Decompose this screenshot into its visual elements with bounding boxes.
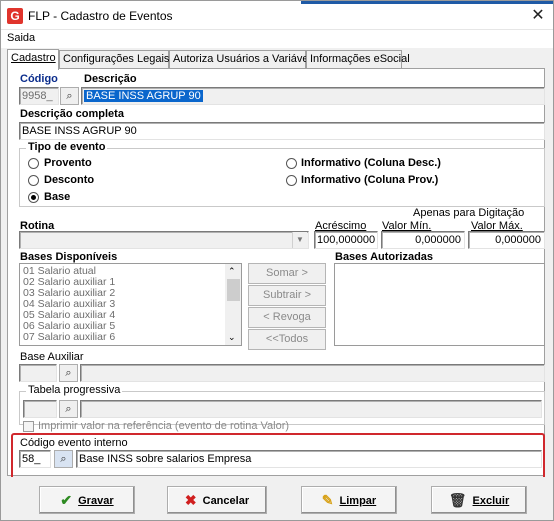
radio-informativo-desc-label: Informativo (Coluna Desc.)	[301, 157, 441, 169]
bases-scrollbar[interactable]: ⌃ ⌄	[225, 264, 241, 345]
tab-autoriza-usuarios[interactable]: Autoriza Usuários a Variáveis	[169, 50, 316, 69]
codigo-evento-interno-label: Código evento interno	[20, 437, 128, 449]
trash-icon: 🗑	[448, 492, 467, 508]
base-auxiliar-label: Base Auxiliar	[20, 351, 84, 363]
codigo-search-icon[interactable]: ⌕	[60, 87, 79, 105]
codigo-label: Código	[20, 73, 58, 85]
descricao-completa-field[interactable]: BASE INSS AGRUP 90	[19, 122, 545, 140]
bases-disponiveis-list[interactable]: 01 Salario atual 02 Salario auxiliar 1 0…	[19, 263, 242, 346]
valor-max-field[interactable]: 0,000000	[468, 231, 545, 249]
codigo-field[interactable]: 9958_	[19, 87, 59, 105]
imprimir-label: Imprimir valor na referência (evento de …	[38, 420, 290, 432]
radio-informativo-prov-label: Informativo (Coluna Prov.)	[301, 174, 439, 186]
tab-configuracoes-legais[interactable]: Configurações Legais	[59, 50, 169, 69]
menu-bar: Saida	[1, 30, 553, 48]
descricao-field[interactable]: BASE INSS AGRUP 90	[81, 87, 545, 105]
tipo-evento-title: Tipo de evento	[26, 141, 108, 153]
eraser-icon: ✎	[321, 492, 334, 508]
bases-disponiveis-label: Bases Disponíveis	[20, 251, 118, 263]
scroll-thumb[interactable]	[227, 279, 240, 301]
tabela-progressiva-desc-field[interactable]	[80, 400, 542, 418]
codigo-evento-interno-field[interactable]: 58_	[19, 450, 51, 468]
gravar-button[interactable]: ✔ Gravar	[39, 486, 135, 514]
tab-cadastro[interactable]: Cadastro	[7, 49, 59, 70]
list-item[interactable]: 07 Salario auxiliar 6	[23, 331, 115, 343]
cancel-x-icon: ✖	[184, 492, 197, 508]
tabela-progressiva-code-field[interactable]	[23, 400, 57, 418]
main-window: G FLP - Cadastro de Eventos ✕ Saida Cada…	[0, 0, 554, 521]
codigo-evento-interno-desc-field[interactable]: Base INSS sobre salarios Empresa	[76, 450, 542, 468]
base-auxiliar-search-icon[interactable]: ⌕	[59, 364, 78, 382]
cancelar-button-label: Cancelar	[202, 495, 250, 507]
radio-desconto[interactable]	[28, 175, 39, 186]
descricao-completa-label: Descrição completa	[20, 108, 124, 120]
radio-informativo-prov[interactable]	[286, 175, 297, 186]
menu-item-saida[interactable]: Saida	[7, 32, 35, 44]
valor-min-field[interactable]: 0,000000	[381, 231, 465, 249]
title-accent	[301, 1, 553, 4]
rotina-chevron-down-icon[interactable]: ▼	[292, 232, 307, 248]
excluir-button-label: Excluir	[472, 495, 510, 507]
base-auxiliar-desc-field[interactable]	[80, 364, 545, 382]
limpar-button-label: Limpar	[339, 495, 377, 507]
tab-autoriza-usuarios-label: Autoriza Usuários a Variáveis	[173, 53, 317, 65]
scroll-down-icon[interactable]: ⌄	[228, 332, 236, 343]
tab-informacoes-esocial-label: Informações eSocial	[310, 53, 410, 65]
bases-autorizadas-label: Bases Autorizadas	[335, 251, 434, 263]
acrescimo-field[interactable]: 100,000000	[314, 231, 378, 249]
radio-desconto-label: Desconto	[44, 174, 95, 186]
tipo-evento-group: Tipo de evento	[19, 141, 545, 207]
radio-base[interactable]	[28, 192, 39, 203]
imprimir-checkbox[interactable]	[23, 421, 34, 432]
radio-informativo-desc[interactable]	[286, 158, 297, 169]
subtrair-button[interactable]: Subtrair >	[248, 285, 326, 306]
tabela-progressiva-title: Tabela progressiva	[26, 384, 123, 396]
close-icon[interactable]: ✕	[528, 6, 548, 26]
radio-provento-label: Provento	[44, 157, 92, 169]
codigo-evento-interno-search-icon[interactable]: ⌕	[54, 450, 73, 468]
tab-informacoes-esocial[interactable]: Informações eSocial	[306, 50, 410, 69]
tab-configuracoes-legais-label: Configurações Legais	[63, 53, 170, 65]
limpar-button[interactable]: ✎ Limpar	[301, 486, 397, 514]
rotina-dropdown[interactable]	[19, 231, 309, 249]
bases-autorizadas-list[interactable]	[334, 263, 545, 346]
apenas-digitacao-label: Apenas para Digitação	[413, 207, 525, 219]
radio-base-label: Base	[44, 191, 71, 203]
base-auxiliar-code-field[interactable]	[19, 364, 57, 382]
todos-button[interactable]: <<Todos	[248, 329, 326, 350]
tab-cadastro-label: Cadastro	[11, 52, 56, 64]
somar-button[interactable]: Somar >	[248, 263, 326, 284]
revoga-button[interactable]: < Revoga	[248, 307, 326, 328]
window-title: FLP - Cadastro de Eventos	[28, 9, 173, 23]
descricao-selected-text: BASE INSS AGRUP 90	[84, 90, 203, 102]
excluir-button[interactable]: 🗑 Excluir	[431, 486, 527, 514]
descricao-label: Descrição	[84, 73, 137, 85]
checkmark-icon: ✔	[60, 492, 73, 508]
cancelar-button[interactable]: ✖ Cancelar	[167, 486, 267, 514]
tabela-progressiva-search-icon[interactable]: ⌕	[59, 400, 78, 418]
gravar-button-label: Gravar	[78, 495, 114, 507]
title-bar: G FLP - Cadastro de Eventos ✕	[1, 1, 553, 30]
app-logo-icon: G	[7, 8, 23, 24]
radio-provento[interactable]	[28, 158, 39, 169]
scroll-up-icon[interactable]: ⌃	[228, 266, 236, 277]
